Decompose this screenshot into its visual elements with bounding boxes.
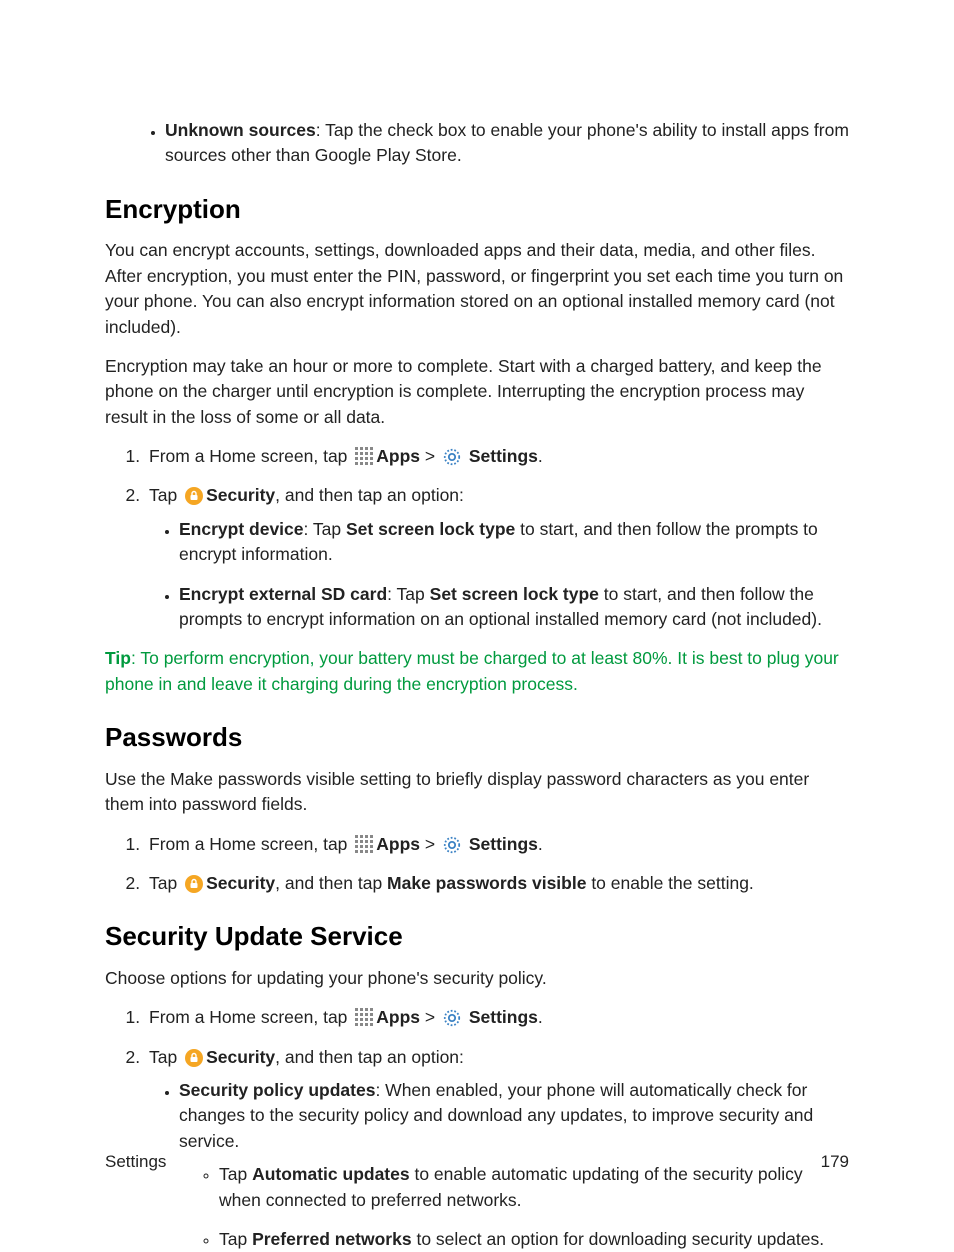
label-apps: Apps: [376, 446, 420, 466]
settings-gear-icon: [443, 1009, 461, 1027]
heading-encryption: Encryption: [105, 191, 849, 229]
text: Tap: [149, 873, 182, 893]
lock-icon: [185, 875, 203, 893]
text: .: [538, 446, 543, 466]
label: Set screen lock type: [430, 584, 599, 604]
text: , and then tap: [275, 873, 387, 893]
text: .: [538, 834, 543, 854]
ordered-list: From a Home screen, tap Apps > Settings.…: [105, 444, 849, 632]
paragraph: Use the Make passwords visible setting t…: [105, 767, 849, 818]
label: Make passwords visible: [387, 873, 586, 893]
text: Tap: [149, 485, 182, 505]
apps-grid-icon: [354, 446, 374, 466]
text: : Tap: [387, 584, 430, 604]
list-item: Encrypt external SD card: Tap Set screen…: [179, 582, 849, 633]
paragraph: Choose options for updating your phone's…: [105, 966, 849, 991]
page-number: 179: [821, 1150, 849, 1175]
list-item: Unknown sources: Tap the check box to en…: [105, 118, 849, 169]
tip-callout: Tip: To perform encryption, your battery…: [105, 646, 849, 697]
ordered-list: From a Home screen, tap Apps > Settings.…: [105, 1005, 849, 1252]
step-1: From a Home screen, tap Apps > Settings.: [145, 1005, 849, 1030]
label-security: Security: [206, 873, 275, 893]
list-item: Tap Preferred networks to select an opti…: [219, 1227, 849, 1252]
label-apps: Apps: [376, 1007, 420, 1027]
text: , and then tap an option:: [275, 1047, 464, 1067]
step-2: Tap Security, and then tap an option: En…: [145, 483, 849, 632]
sub-list: Tap Automatic updates to enable automati…: [179, 1162, 849, 1252]
footer-section: Settings: [105, 1150, 166, 1175]
paragraph: You can encrypt accounts, settings, down…: [105, 238, 849, 340]
lock-icon: [185, 1049, 203, 1067]
paragraph: Encryption may take an hour or more to c…: [105, 354, 849, 430]
text: : Tap: [304, 519, 347, 539]
apps-grid-icon: [354, 1007, 374, 1027]
text: From a Home screen, tap: [149, 446, 352, 466]
heading-security-update-service: Security Update Service: [105, 918, 849, 956]
label: Preferred networks: [252, 1229, 412, 1249]
label-unknown-sources: Unknown sources: [165, 120, 316, 140]
text: From a Home screen, tap: [149, 1007, 352, 1027]
text: Tap: [149, 1047, 182, 1067]
label-settings: Settings: [464, 1007, 538, 1027]
tip-label: Tip: [105, 648, 131, 668]
label: Encrypt external SD card: [179, 584, 387, 604]
text: to select an option for downloading secu…: [412, 1229, 824, 1249]
separator: >: [420, 446, 440, 466]
label-security: Security: [206, 1047, 275, 1067]
page-footer: Settings 179: [105, 1150, 849, 1175]
text: From a Home screen, tap: [149, 834, 352, 854]
label: Encrypt device: [179, 519, 304, 539]
step-2: Tap Security, and then tap an option: Se…: [145, 1045, 849, 1252]
step-1: From a Home screen, tap Apps > Settings.: [145, 444, 849, 469]
lock-icon: [185, 487, 203, 505]
tip-text: : To perform encryption, your battery mu…: [105, 648, 839, 693]
text: .: [538, 1007, 543, 1027]
sub-list: Encrypt device: Tap Set screen lock type…: [149, 517, 849, 633]
separator: >: [420, 1007, 440, 1027]
separator: >: [420, 834, 440, 854]
label-apps: Apps: [376, 834, 420, 854]
label: Set screen lock type: [346, 519, 515, 539]
text: Tap: [219, 1229, 252, 1249]
settings-gear-icon: [443, 836, 461, 854]
label: Security policy updates: [179, 1080, 375, 1100]
label-settings: Settings: [464, 446, 538, 466]
document-page: Unknown sources: Tap the check box to en…: [0, 0, 954, 1235]
text: to enable the setting.: [586, 873, 753, 893]
list-item: Unknown sources: Tap the check box to en…: [165, 118, 849, 169]
ordered-list: From a Home screen, tap Apps > Settings.…: [105, 832, 849, 897]
list-item: Encrypt device: Tap Set screen lock type…: [179, 517, 849, 568]
label-settings: Settings: [464, 834, 538, 854]
step-1: From a Home screen, tap Apps > Settings.: [145, 832, 849, 857]
heading-passwords: Passwords: [105, 719, 849, 757]
settings-gear-icon: [443, 448, 461, 466]
label-security: Security: [206, 485, 275, 505]
text: , and then tap an option:: [275, 485, 464, 505]
apps-grid-icon: [354, 834, 374, 854]
step-2: Tap Security, and then tap Make password…: [145, 871, 849, 896]
